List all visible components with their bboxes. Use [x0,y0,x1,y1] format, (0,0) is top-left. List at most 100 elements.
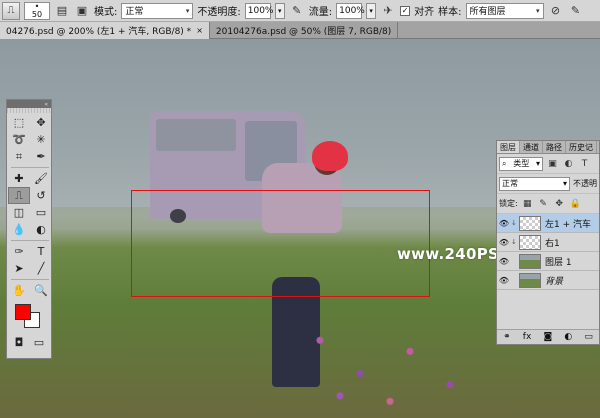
flow-input[interactable]: 100% [336,2,365,19]
adjustment-filter-icon[interactable]: ◐ [562,157,575,170]
eyedropper-tool-icon[interactable]: ✒ [30,148,52,165]
layers-panel-footer: ⚭ fx ◙ ◐ ▭ [497,329,599,344]
mode-dropdown[interactable]: 正常 ▾ [121,2,194,19]
ignore-adjustment-layers-icon[interactable]: ⊘ [548,3,564,19]
doc-tab-label: 04276.psd @ 200% (左1 + 汽车, RGB/8) * [6,27,192,37]
flower-patch [300,307,500,418]
layer-thumbnail [519,234,541,250]
layers-panel-tabs: 图层 通道 路径 历史记 [497,141,599,154]
doc-tab-active[interactable]: 04276.psd @ 200% (左1 + 汽车, RGB/8) * × [0,22,210,39]
pressure-opacity-icon[interactable]: ✎ [289,3,305,19]
link-layers-icon[interactable]: ⚭ [503,332,511,342]
tab-paths[interactable]: 路径 [543,141,566,153]
path-selection-tool-icon[interactable]: ➤ [8,260,30,277]
blend-mode-dropdown[interactable]: 正常 ▾ [499,176,570,191]
clone-stamp-tool-icon[interactable]: ⎍ [2,1,20,20]
doc-tab[interactable]: 20104276a.psd @ 50% (图层 7, RGB/8) [210,22,399,39]
type-filter-icon[interactable]: T [578,157,591,170]
opacity-slider-toggle[interactable]: ▾ [274,2,285,19]
move-tool-icon[interactable]: ✥ [30,114,52,131]
screen-mode-icon[interactable]: ▭ [29,334,49,351]
lock-row: 锁定: ▦ ✎ ✥ 🔒 [497,194,599,214]
tools-panel: « ⬚ ✥ ➰ ✳ ⌗ ✒ ✚ 🖌 ⎍ ↺ ◫ ▭ 💧 ◐ ✑ T ➤ ╱ ✋ … [6,99,52,359]
chevron-down-icon: ▾ [562,179,567,188]
color-swatches [7,302,51,332]
eye-icon[interactable]: 👁 [497,257,511,266]
align-label: 对齐 [414,7,435,18]
airbrush-icon[interactable]: ✈ [380,3,396,19]
eye-icon[interactable]: 👁 [497,219,511,228]
document-tabs: 04276.psd @ 200% (左1 + 汽车, RGB/8) * × 20… [0,22,600,39]
layer-row[interactable]: 👁 ↓ 左1 + 汽车 [497,214,599,233]
layer-row[interactable]: 👁 ↓ 右1 [497,233,599,252]
zoom-tool-icon[interactable]: 🔍 [30,282,52,299]
crop-tool-icon[interactable]: ⌗ [8,148,30,165]
brush-panel-icon[interactable]: ▤ [54,3,70,19]
tool-divider [11,279,49,280]
layer-row[interactable]: 👁 背景 [497,271,599,290]
dodge-tool-icon[interactable]: ◐ [30,221,52,238]
history-brush-tool-icon[interactable]: ↺ [30,187,52,204]
tool-divider [11,240,49,241]
layer-filter-dropdown[interactable]: ⌕ 类型 ▾ [499,156,543,171]
tab-layers[interactable]: 图层 [497,141,520,153]
tab-channels[interactable]: 通道 [520,141,543,153]
eye-icon[interactable]: 👁 [497,276,511,285]
sample-value: 所有图层 [469,7,506,17]
tools-panel-header[interactable]: « [7,100,51,108]
adjustment-layer-icon[interactable]: ◐ [564,332,572,342]
clip-arrow-icon: ↓ [511,219,517,227]
pen-tool-icon[interactable]: ✑ [8,243,30,260]
type-tool-icon[interactable]: T [30,243,52,260]
layer-row[interactable]: 👁 图层 1 [497,252,599,271]
tool-divider [11,167,49,168]
add-mask-icon[interactable]: ◙ [543,332,552,342]
blend-row: 正常 ▾ 不透明 [497,174,599,194]
layer-name: 背景 [545,276,564,287]
fx-icon[interactable]: fx [523,332,532,342]
brush-preset-picker[interactable]: • 50 [24,1,50,20]
new-group-icon[interactable]: ▭ [584,332,593,342]
line-tool-icon[interactable]: ╱ [30,260,52,277]
layer-thumbnail [519,215,541,231]
align-checkbox[interactable]: ✓ [400,5,411,16]
marquee-tool-icon[interactable]: ⬚ [8,114,30,131]
brush-tool-icon[interactable]: 🖌 [30,170,52,187]
doc-tab-label: 20104276a.psd @ 50% (图层 7, RGB/8) [215,27,392,37]
red-hat [312,141,348,171]
opacity-input[interactable]: 100% [244,2,273,19]
lasso-tool-icon[interactable]: ➰ [8,131,30,148]
foreground-color-swatch[interactable] [15,304,31,320]
close-icon[interactable]: × [196,26,203,35]
magic-wand-tool-icon[interactable]: ✳ [30,131,52,148]
lock-all-icon[interactable]: 🔒 [569,197,582,210]
pixel-filter-icon[interactable]: ▣ [546,157,559,170]
gradient-tool-icon[interactable]: ▭ [30,204,52,221]
eraser-tool-icon[interactable]: ◫ [8,204,30,221]
layer-thumbnail [519,272,541,288]
eye-icon[interactable]: 👁 [497,238,511,247]
lock-pixels-icon[interactable]: ✎ [537,197,550,210]
hand-tool-icon[interactable]: ✋ [8,282,30,299]
clone-stamp-tool-icon[interactable]: ⎍ [8,187,30,204]
layer-opacity-label: 不透明 [573,179,597,188]
quick-mask-icon[interactable]: ◘ [9,334,29,351]
filter-type-value: 类型 [513,159,530,168]
healing-brush-tool-icon[interactable]: ✚ [8,170,30,187]
flow-label: 流量: [308,7,333,18]
lock-transparency-icon[interactable]: ▦ [521,197,534,210]
blur-tool-icon[interactable]: 💧 [8,221,30,238]
clone-source-panel-icon[interactable]: ▣ [74,3,90,19]
flow-slider-toggle[interactable]: ▾ [366,2,377,19]
layer-thumbnail [519,253,541,269]
selection-rectangle[interactable] [131,190,430,297]
sample-dropdown[interactable]: 所有图层 ▾ [465,2,544,19]
tab-history[interactable]: 历史记 [566,141,597,153]
chevron-down-icon: ▾ [185,6,190,15]
options-bar: ⎍ • 50 ▤ ▣ 模式: 正常 ▾ 不透明度: 100% ▾ ✎ 流量: 10… [0,0,600,22]
bus-rear-window [156,119,236,151]
mode-value: 正常 [125,7,144,17]
collapse-icon[interactable]: « [44,101,48,108]
lock-position-icon[interactable]: ✥ [553,197,566,210]
pressure-size-icon[interactable]: ✎ [568,3,584,19]
